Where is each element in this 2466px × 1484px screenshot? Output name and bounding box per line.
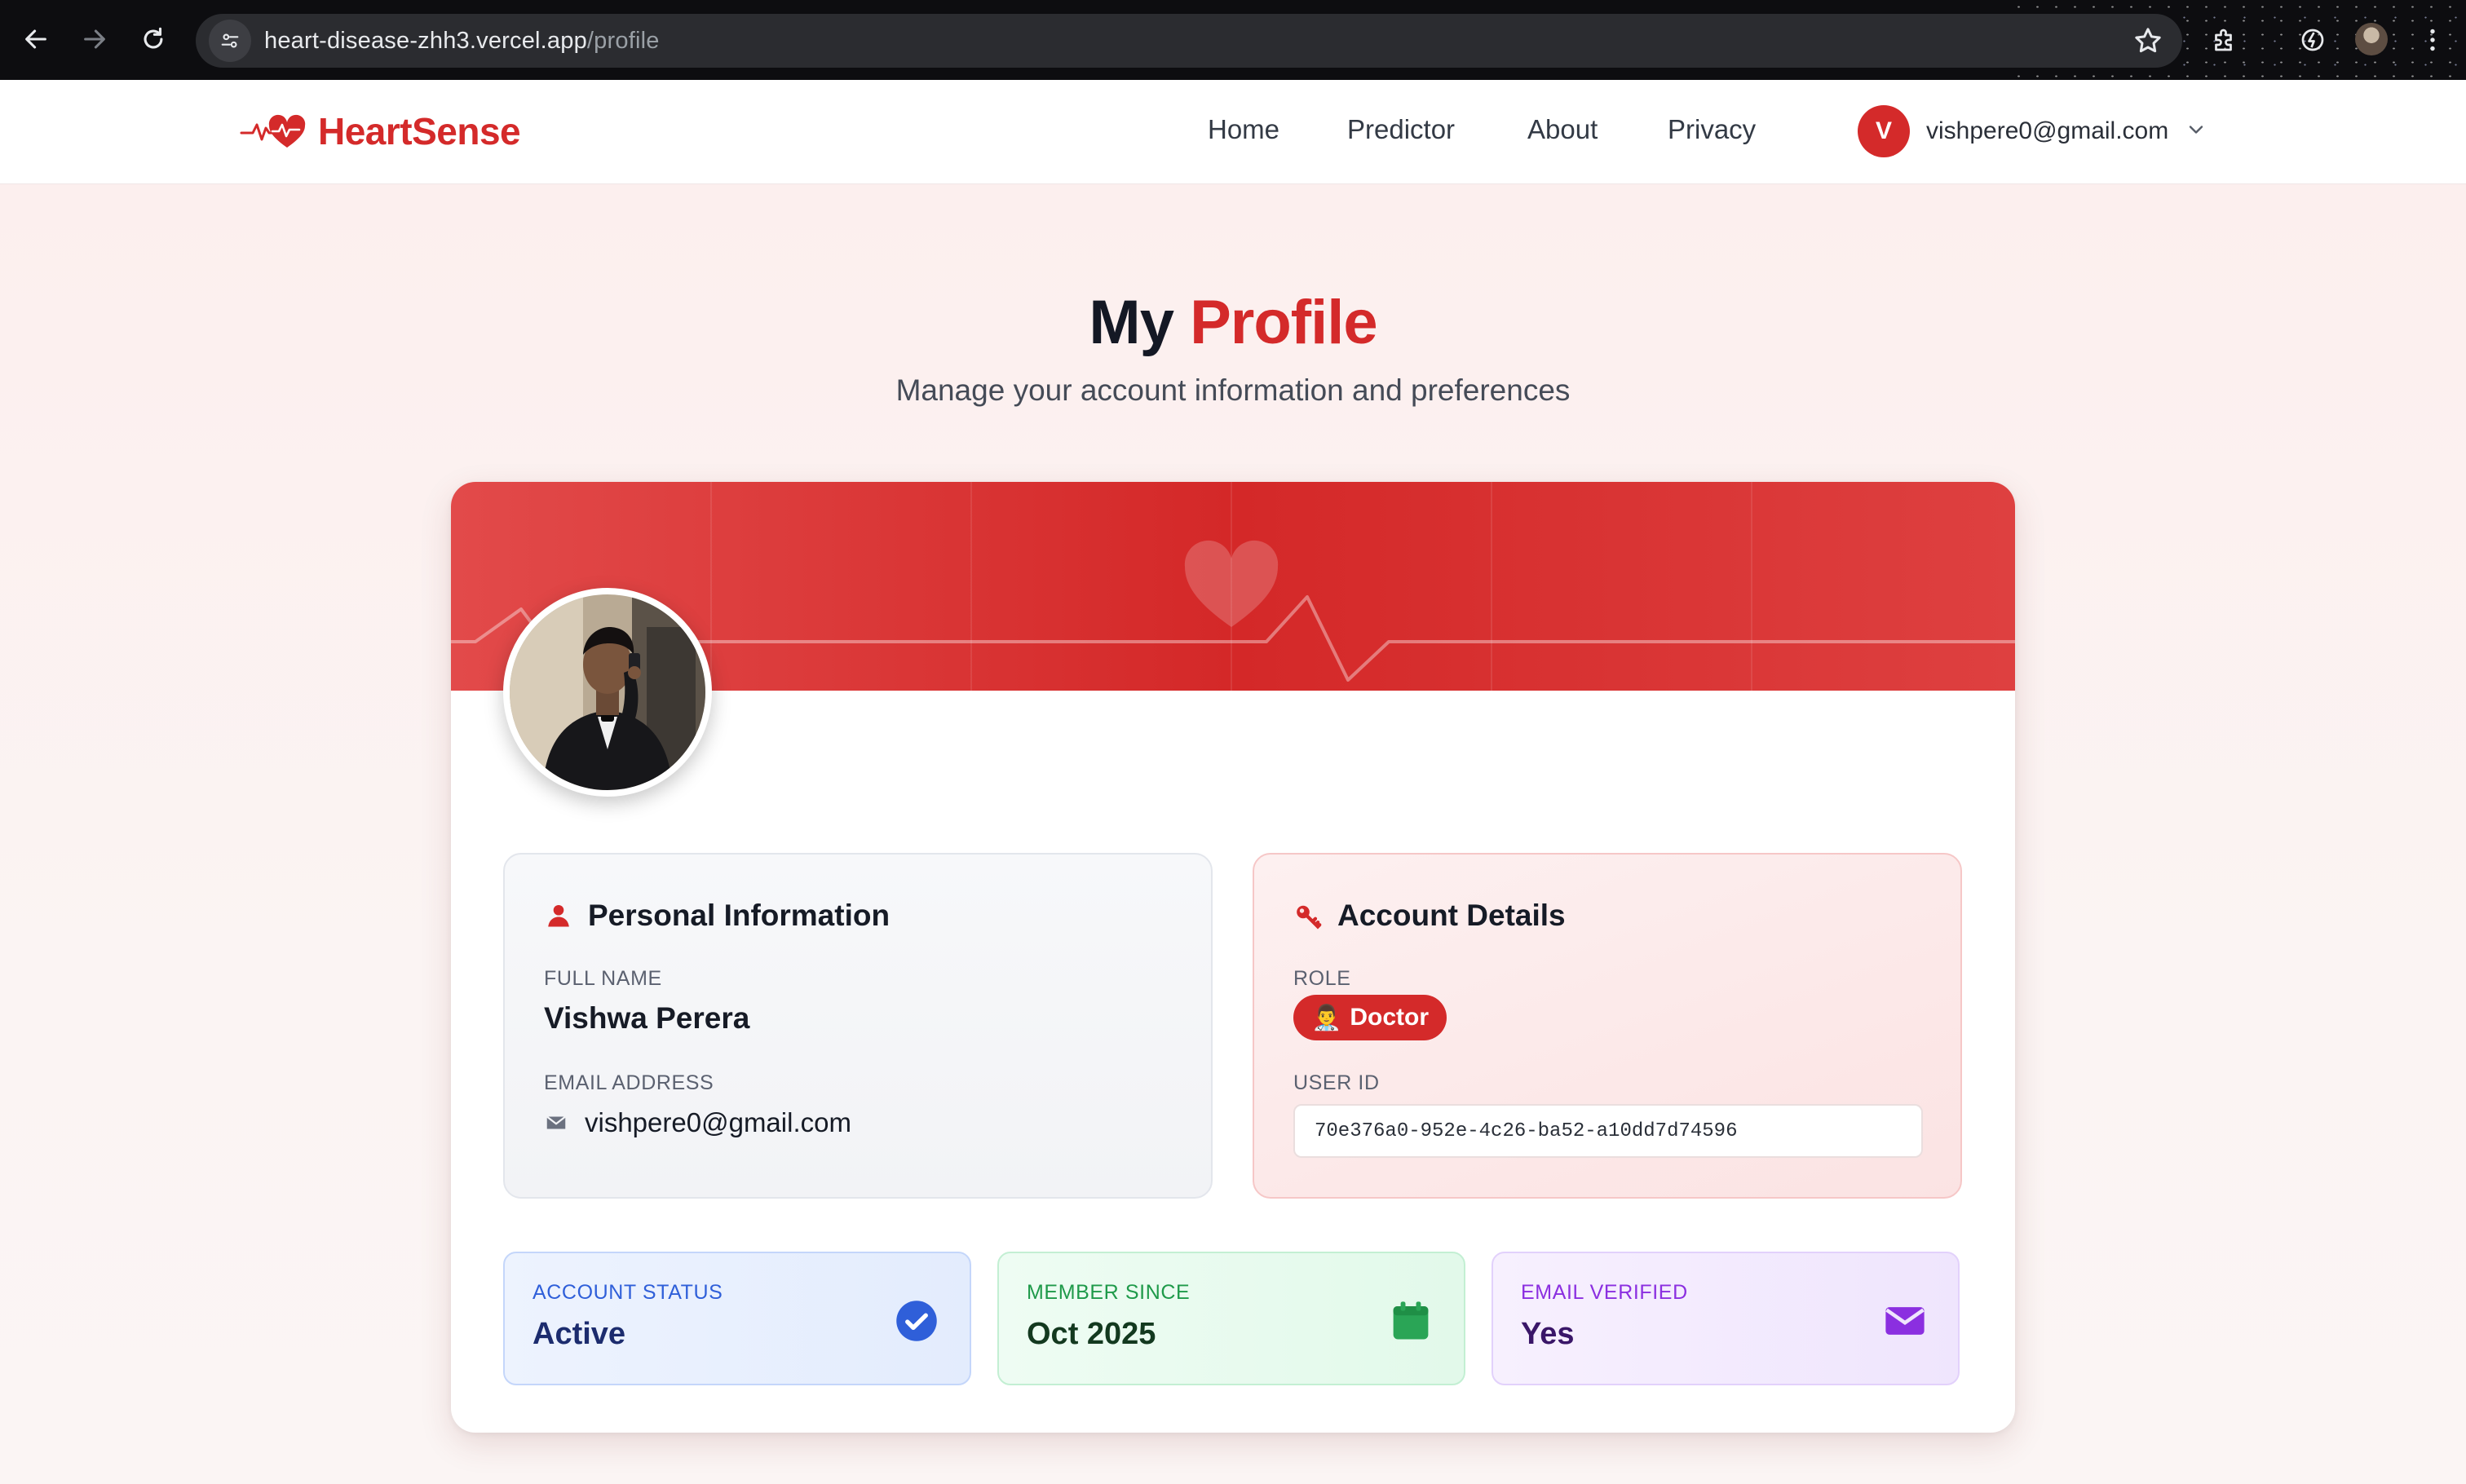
account-details-title: Account Details [1337,899,1566,932]
email-row: vishpere0@gmail.com [544,1107,851,1138]
key-icon [1297,905,1322,930]
title-word-1: My [1089,288,1174,357]
member-since-card: MEMBER SINCE Oct 2025 [997,1252,1465,1385]
account-status-label: ACCOUNT STATUS [533,1281,723,1304]
email-label: EMAIL ADDRESS [544,1071,714,1094]
extension-sync-button[interactable] [2292,20,2333,60]
email-verified-value: Yes [1521,1317,1575,1351]
email-value: vishpere0@gmail.com [585,1107,851,1137]
nav-privacy[interactable]: Privacy [1668,114,1756,145]
person-photo-illustration [510,594,705,790]
envelope-icon [1885,1307,1925,1335]
reload-icon [144,27,163,49]
main-content: My Profile Manage your account informati… [0,184,2466,1484]
bookmark-star-icon[interactable] [2132,24,2164,57]
browser-profile-avatar[interactable] [2355,23,2388,55]
page-title: My Profile [0,287,2466,358]
account-details-panel: Account Details ROLE 👨‍⚕️ Doctor USER ID… [1253,853,1962,1199]
full-name-label: FULL NAME [544,967,662,990]
profile-avatar[interactable] [503,588,712,797]
personal-info-header: Personal Information [544,899,890,933]
user-menu[interactable]: V vishpere0@gmail.com [1858,104,2207,158]
check-circle-icon [896,1301,937,1341]
email-verified-label: EMAIL VERIFIED [1521,1281,1688,1304]
brand-logo[interactable]: HeartSense [240,104,521,158]
profile-card: Personal Information FULL NAME Vishwa Pe… [451,482,2015,1433]
back-arrow-icon [25,29,46,49]
heart-pulse-icon [240,114,306,148]
site-header: HeartSense Home Predictor About Privacy … [0,80,2466,184]
nav-about[interactable]: About [1527,114,1598,145]
browser-menu-button[interactable] [2412,20,2453,60]
url-path: /profile [586,27,660,54]
doctor-emoji-icon: 👨‍⚕️ [1311,1004,1342,1031]
puzzle-icon [2215,29,2232,51]
forward-arrow-icon [84,29,105,49]
role-value: Doctor [1350,1004,1430,1031]
calendar-icon [1393,1301,1429,1340]
user-id-field[interactable]: 70e376a0-952e-4c26-ba52-a10dd7d74596 [1293,1104,1923,1158]
brand-name: HeartSense [318,110,521,152]
member-since-label: MEMBER SINCE [1027,1281,1191,1304]
account-status-value: Active [533,1317,626,1351]
nav-predictor[interactable]: Predictor [1347,114,1455,145]
envelope-small-icon [546,1115,566,1129]
extension-sync-icon [2301,29,2324,51]
back-button[interactable] [15,18,57,60]
full-name-value: Vishwa Perera [544,1001,750,1035]
account-details-header: Account Details [1293,899,1566,933]
account-status-card: ACCOUNT STATUS Active [503,1252,971,1385]
site-info-button[interactable] [196,14,264,68]
personal-info-panel: Personal Information FULL NAME Vishwa Pe… [503,853,1213,1199]
title-word-2: Profile [1190,288,1377,357]
nav-home[interactable]: Home [1208,114,1279,145]
person-icon [548,904,569,927]
browser-chrome: heart-disease-zhh3.vercel.app/profile [0,0,2466,80]
profile-photo [510,594,705,790]
role-label: ROLE [1293,967,1351,990]
forward-button[interactable] [73,18,116,60]
chevron-down-icon [2185,118,2207,145]
address-bar[interactable]: heart-disease-zhh3.vercel.app/profile [196,14,2182,68]
url-host: heart-disease-zhh3.vercel.app [264,27,587,54]
tune-icon [221,33,239,48]
personal-info-title: Personal Information [588,899,890,932]
role-badge: 👨‍⚕️ Doctor [1293,995,1447,1040]
extensions-button[interactable] [2204,20,2245,60]
member-since-value: Oct 2025 [1027,1317,1156,1351]
kebab-menu-icon [2430,29,2435,51]
reload-button[interactable] [132,18,175,60]
email-verified-card: EMAIL VERIFIED Yes [1492,1252,1960,1385]
user-id-label: USER ID [1293,1071,1380,1094]
page-subtitle: Manage your account information and pref… [895,373,1571,407]
user-email: vishpere0@gmail.com [1926,117,2169,144]
user-avatar: V [1858,105,1910,157]
url-text[interactable]: heart-disease-zhh3.vercel.app/profile [264,28,660,55]
